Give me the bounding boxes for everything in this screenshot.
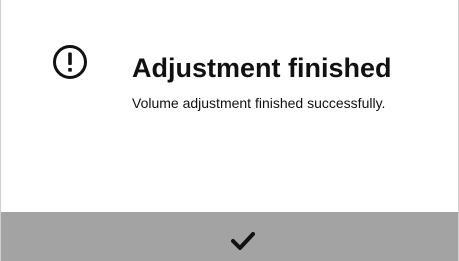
checkmark-icon — [231, 232, 255, 250]
adjustment-finished-dialog: Adjustment finished Volume adjustment fi… — [0, 0, 459, 261]
confirm-button[interactable] — [1, 212, 458, 261]
dialog-message: Volume adjustment finished successfully. — [132, 95, 386, 111]
dialog-title: Adjustment finished — [132, 53, 392, 83]
exclamation-circle-icon — [53, 45, 87, 79]
